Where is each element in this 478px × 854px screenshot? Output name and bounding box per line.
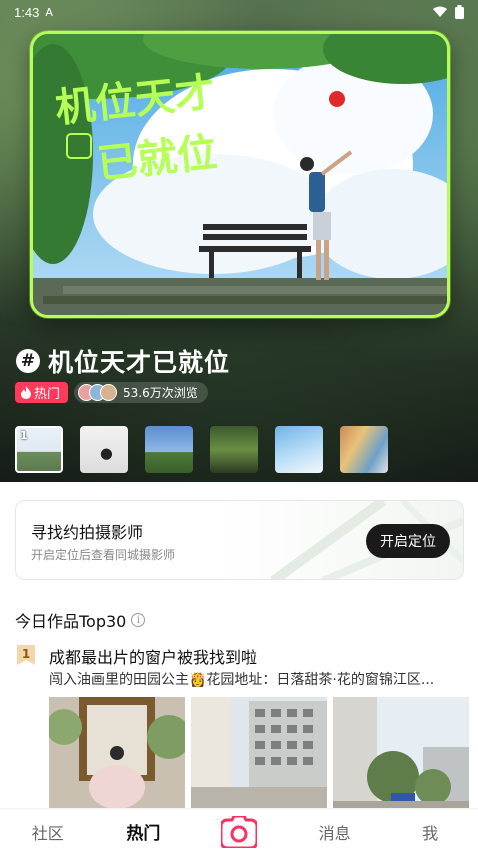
info-icon[interactable]: i bbox=[131, 613, 146, 627]
topic-hero: 1:43 A 机位天才 已就位 # 机位天才已就位 热门 53.6万次浏览 1 bbox=[0, 0, 478, 482]
section-title-text: 今日作品Top30 bbox=[15, 612, 127, 631]
hashtag-icon: # bbox=[16, 349, 40, 373]
enable-location-button[interactable]: 开启定位 bbox=[366, 524, 450, 558]
content-area: 寻找约拍摄影师 开启定位后查看同城摄影师 开启定位 今日作品Top30 i 1 … bbox=[0, 482, 478, 809]
nav-community[interactable]: 社区 bbox=[0, 820, 96, 844]
post-image-2[interactable] bbox=[191, 697, 327, 809]
thumbnail-1[interactable]: 1 bbox=[15, 426, 63, 473]
thumbnail-rank: 1 bbox=[20, 429, 28, 442]
views-pill[interactable]: 53.6万次浏览 bbox=[74, 382, 208, 403]
bottom-navigation: 社区 热门 消息 我 bbox=[0, 808, 478, 854]
rank-medal-icon: 1 bbox=[17, 645, 35, 665]
post-title: 成都最出片的窗户被我找到啦 bbox=[49, 648, 258, 667]
hot-label: 热门 bbox=[34, 387, 61, 402]
viewer-avatars bbox=[78, 384, 118, 401]
nav-me[interactable]: 我 bbox=[382, 820, 478, 844]
post-image-3[interactable] bbox=[333, 697, 469, 809]
rank-number: 1 bbox=[22, 647, 30, 661]
status-icons bbox=[433, 5, 464, 19]
post-description: 闯入油画里的田园公主👸花园地址：日落甜茶·花的窗锦江区... bbox=[49, 672, 435, 688]
status-time: 1:43 bbox=[14, 4, 40, 20]
flame-icon bbox=[21, 386, 31, 399]
nav-camera-button[interactable] bbox=[191, 815, 287, 848]
thumbnail-2[interactable] bbox=[80, 426, 128, 473]
camera-icon bbox=[220, 815, 257, 848]
topic-title: 机位天才已就位 bbox=[48, 348, 231, 377]
thumbnail-4[interactable] bbox=[210, 426, 258, 473]
thumbnail-strip: 1 bbox=[15, 426, 405, 473]
topic-banner-image[interactable]: 机位天才 已就位 bbox=[30, 31, 450, 318]
top30-section-title: 今日作品Top30 i bbox=[15, 608, 146, 632]
status-extra: A bbox=[45, 5, 53, 19]
wifi-icon bbox=[433, 6, 447, 17]
app-screen: 1:43 A 机位天才 已就位 # 机位天才已就位 热门 53.6万次浏览 1 … bbox=[0, 0, 478, 854]
finder-subtitle: 开启定位后查看同城摄影师 bbox=[31, 548, 176, 562]
photographer-finder-card[interactable]: 寻找约拍摄影师 开启定位后查看同城摄影师 开启定位 bbox=[15, 500, 464, 580]
thumbnail-3[interactable] bbox=[145, 426, 193, 473]
thumbnail-6[interactable] bbox=[340, 426, 388, 473]
thumbnail-5[interactable] bbox=[275, 426, 323, 473]
status-bar: 1:43 A bbox=[0, 0, 478, 24]
battery-icon bbox=[455, 5, 464, 19]
views-count: 53.6万次浏览 bbox=[123, 386, 198, 400]
topic-title-row: # 机位天才已就位 bbox=[16, 343, 230, 379]
topic-meta: 热门 53.6万次浏览 bbox=[15, 382, 208, 403]
post-images bbox=[49, 697, 469, 809]
avatar bbox=[100, 384, 118, 401]
post-image-1[interactable] bbox=[49, 697, 185, 809]
nav-messages[interactable]: 消息 bbox=[287, 820, 383, 844]
finder-title: 寻找约拍摄影师 bbox=[31, 523, 144, 542]
hot-badge: 热门 bbox=[15, 382, 69, 403]
nav-popular[interactable]: 热门 bbox=[96, 819, 192, 844]
banner-photo: 机位天才 已就位 bbox=[33, 34, 447, 315]
